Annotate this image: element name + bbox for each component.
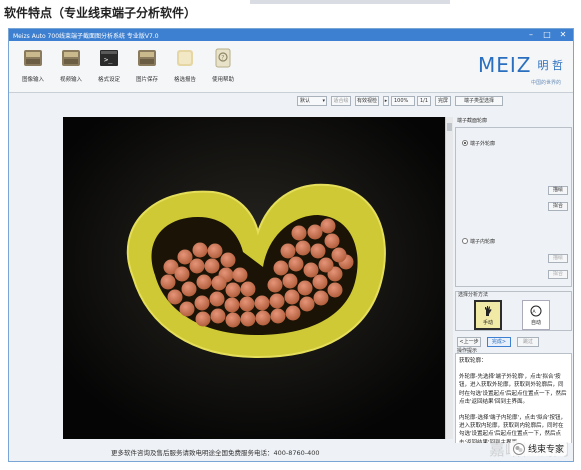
right-panel: 端子截面轮廓 端子外轮廓 描绘 拟合 端子内轮廓 描绘 拟合 选择分析方法 手动… [455,117,572,461]
format-settings-icon: >_ [98,47,120,69]
fit-inner-button[interactable]: 拟合 [548,270,568,279]
screenshot-root: 软件特点（专业线束端子分析软件） Meizs Auto 700线束端子截面图分析… [0,0,581,470]
wechat-name: 线束专家 [527,445,564,455]
zoom-select[interactable]: 100% [391,96,415,106]
status-text: 更多软件咨询及售后服务请致电明途全国免费服务电话：400-8760-400 [111,449,320,457]
toolbar-label: 视频输入 [59,77,82,83]
svg-text:?: ? [221,54,224,61]
terminal-type-button[interactable]: 端子类型选择 [455,96,503,106]
outer-contour-label: 端子外轮廓 [470,141,496,147]
app-window: Meizs Auto 700线束端子截面图分析系统 专业版V7.0 – □ ✕ … [8,28,574,462]
inner-contour-radio[interactable] [462,238,468,244]
format-settings-button[interactable]: >_ 格式设定 [91,47,127,83]
skip-button[interactable]: 跳过 [517,337,539,347]
help-icon: ? [212,47,234,69]
image-viewer[interactable] [63,117,445,439]
report-button[interactable]: 格选报告 [167,47,203,83]
image-input-icon [22,47,44,69]
preset-select[interactable]: 默认 ▾ [297,96,327,106]
prev-step-button[interactable]: <上一步 [457,337,481,347]
page-indicator: 1/1 [417,96,431,106]
image-input-button[interactable]: 图像输入 [15,47,51,83]
logo-cn: 明 哲 [537,59,564,72]
auto-mode-button[interactable]: A 自动 [522,300,550,330]
scrollbar-thumb[interactable] [447,123,452,131]
window-title: Meizs Auto 700线束端子截面图分析系统 专业版V7.0 [13,32,159,40]
image-scrollbar[interactable] [445,117,453,439]
save-image-icon [136,47,158,69]
maximize-button[interactable]: □ [539,29,555,41]
toolbar-label: 格选报告 [173,77,196,83]
help-paragraph: 外轮廓-先选择'端子外轮廓'，点击'拟合'按钮，进入获取外轮廓，获取到外轮廓后，… [459,374,567,405]
zoom-value: 100% [394,98,409,104]
titlebar: Meizs Auto 700线束端子截面图分析系统 专业版V7.0 – □ ✕ [9,29,573,41]
minimize-button[interactable]: – [523,29,539,41]
preset-select-value: 默认 [300,98,311,104]
fullscreen-button[interactable]: 完屏 [435,96,451,106]
logo-brand: MEIZ [478,53,532,77]
window-controls: – □ ✕ [523,29,571,41]
hand-icon [485,305,492,316]
toolbar-label: 格式设定 [97,77,120,83]
toolbar-label: 图像输入 [21,77,44,83]
valid-view-button[interactable]: 有效视检 [355,96,379,106]
draw-outer-button[interactable]: 描绘 [548,186,568,195]
toolbar-label: 使用帮助 [211,77,234,83]
zoom-out-button[interactable]: ▸ [383,96,389,106]
done-button[interactable]: 完成> [487,337,511,347]
video-input-button[interactable]: 视频输入 [53,47,89,83]
report-icon [174,47,196,69]
analysis-mode-group: 选择分析方法 手动 A 自动 [455,291,572,331]
logo-subtitle: 中国的世界的 [530,80,561,86]
draw-inner-button[interactable]: 描绘 [548,254,568,263]
auto-mode-label: 自动 [530,319,541,326]
save-image-button[interactable]: 图片保存 [129,47,165,83]
svg-text:>_: >_ [104,56,113,64]
wechat-icon [512,442,525,455]
brand-logo: MEIZ 明 哲 中国的世界的 [478,53,564,86]
help-paragraph: 获取轮廓： [459,358,487,364]
analysis-mode-title: 选择分析方法 [458,292,489,298]
auto-icon: A [530,305,542,316]
section-title: 端子截面轮廓 [457,118,488,124]
terminal-cross-section-image [63,117,445,439]
fit-button[interactable]: 适合绘 [331,96,351,106]
fit-outer-button[interactable]: 拟合 [548,202,568,211]
top-strip [250,0,450,4]
wechat-badge: 线束专家 [509,441,567,456]
help-button[interactable]: ? 使用帮助 [205,47,241,83]
outer-contour-radio[interactable] [462,140,468,146]
contour-group: 端子外轮廓 描绘 拟合 端子内轮廓 描绘 拟合 [455,127,572,287]
chevron-down-icon: ▾ [322,98,325,104]
close-button[interactable]: ✕ [555,29,571,41]
inner-contour-label: 端子内轮廓 [470,239,496,245]
video-input-icon [60,47,82,69]
svg-text:A: A [533,309,537,315]
control-bar: 默认 ▾ 适合绘 有效视检 ▸ 100% 1/1 完屏 端子类型选择 [9,94,573,108]
manual-mode-button[interactable]: 手动 [474,300,502,330]
toolbar: 图像输入 视频输入 >_ 格式设定 图片保存 格选报告 ? 使用帮助 MEIZ … [9,41,573,93]
toolbar-label: 图片保存 [135,77,158,83]
page-heading: 软件特点（专业线束端子分析软件） [4,6,197,20]
manual-mode-label: 手动 [482,319,493,326]
